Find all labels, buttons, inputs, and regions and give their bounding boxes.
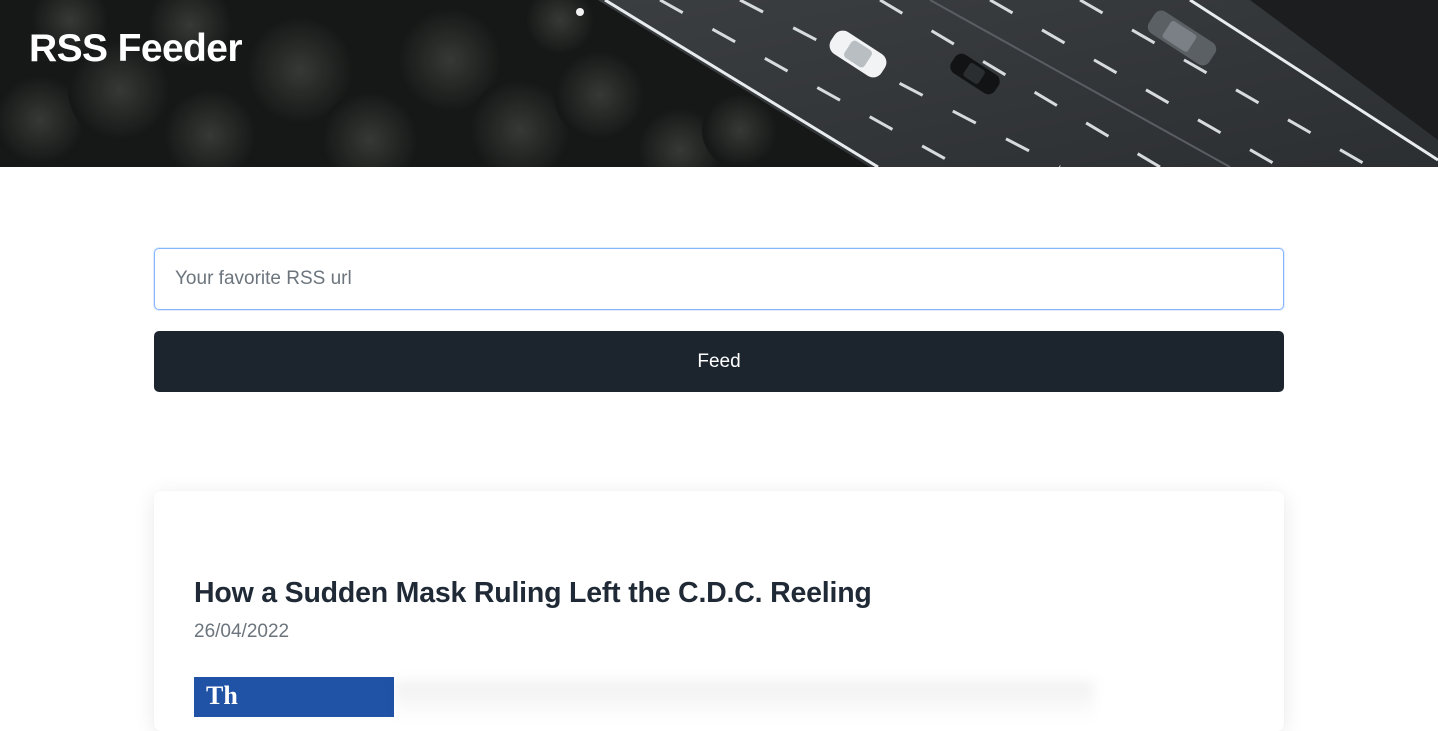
- feed-item-title[interactable]: How a Sudden Mask Ruling Left the C.D.C.…: [194, 577, 872, 610]
- feed-item-image-shadow: [394, 681, 1094, 721]
- app-title: RSS Feeder: [29, 27, 243, 70]
- rss-url-input[interactable]: [154, 248, 1284, 310]
- feed-item-image-text: Th: [206, 681, 238, 710]
- feed-button[interactable]: Feed: [154, 331, 1284, 392]
- rss-form: Feed: [154, 248, 1284, 392]
- feed-item-image: Th: [194, 677, 394, 717]
- feed-item-card: How a Sudden Mask Ruling Left the C.D.C.…: [154, 491, 1284, 731]
- hero-header: RSS Feeder: [0, 0, 1438, 167]
- feed-item-date: 26/04/2022: [194, 621, 290, 642]
- hero-background-image: [0, 0, 1438, 167]
